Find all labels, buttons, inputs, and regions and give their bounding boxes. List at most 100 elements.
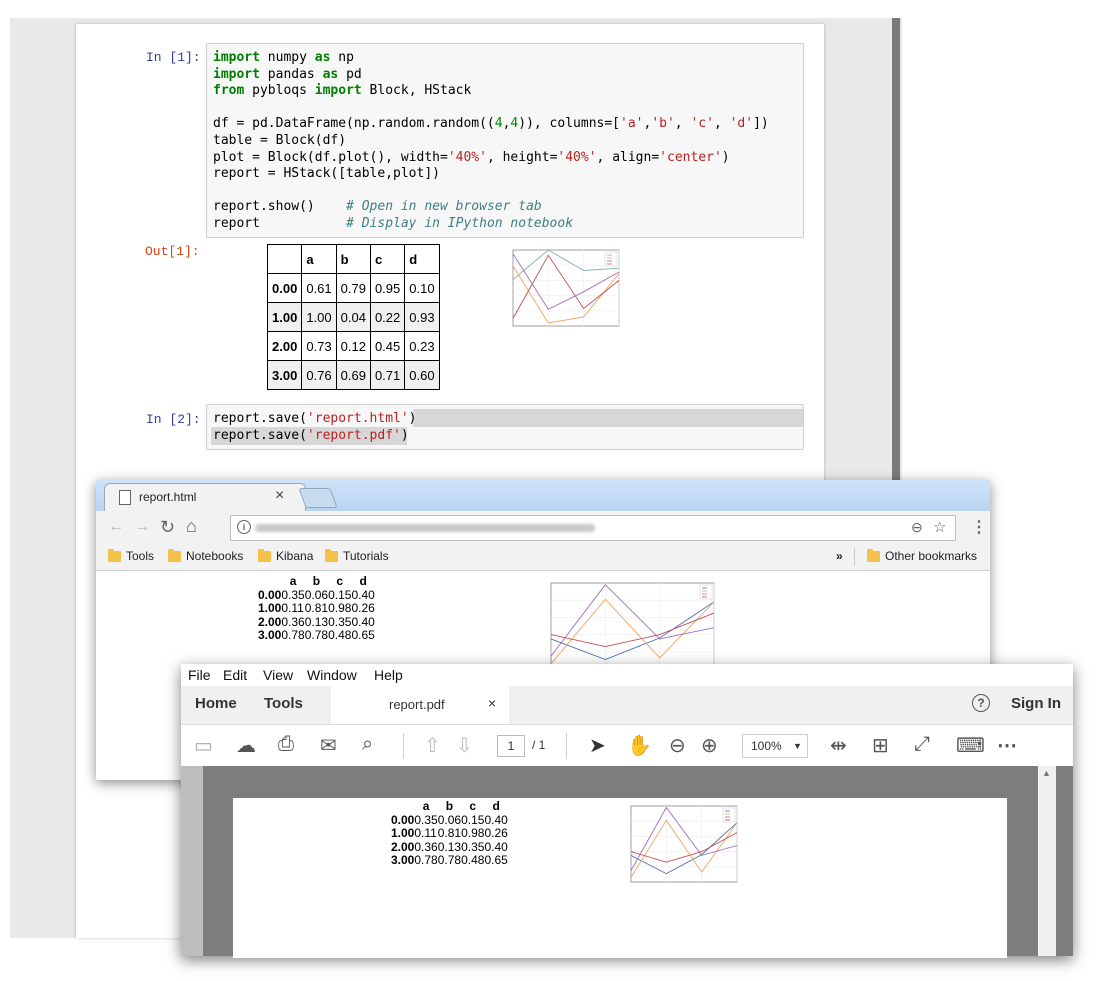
plot-frame [550, 582, 715, 670]
row-index: 0.00 [391, 812, 415, 827]
table-cell: 0.40 [484, 839, 508, 854]
menu-kebab-icon[interactable]: ⋮ [971, 517, 987, 537]
left-gutter [181, 766, 203, 956]
report-table: a b c d 0.00 0.35 0.06 0.15 0.40 1.00 0.11 0.81 0.98… [391, 799, 508, 868]
code-token: pd [338, 66, 362, 82]
table-cell: 0.40 [484, 812, 508, 827]
column-header: a [301, 244, 337, 274]
index-header [266, 244, 303, 274]
fit-page-icon[interactable]: ⊞ [872, 733, 889, 758]
email-icon[interactable]: ✉ [320, 733, 337, 758]
close-tab-icon[interactable]: × [275, 487, 284, 505]
menu-help[interactable]: Help [374, 667, 403, 683]
index-header [391, 800, 414, 814]
tab-document[interactable]: report.pdf × [331, 686, 509, 724]
menu-view[interactable]: View [263, 667, 293, 683]
zoom-select[interactable]: 100% ▼ [742, 734, 808, 758]
close-tab-icon[interactable]: × [488, 695, 496, 711]
table-row: 0.00 0.61 0.79 0.95 0.10 [266, 273, 440, 303]
code-cell-2-source[interactable]: report.save('report.html') report.save('… [213, 411, 417, 444]
table-cell: 0.11 [281, 601, 304, 615]
code-cell-1[interactable]: import numpy as np import pandas as pd f… [206, 43, 804, 238]
code-token: numpy [259, 50, 315, 65]
column-header: c [336, 574, 344, 588]
code-token: 'report.html' [306, 411, 409, 426]
reload-icon[interactable]: ↻ [160, 517, 175, 538]
address-bar[interactable]: i ⊖ ☆ [230, 515, 956, 541]
scroll-up-arrow-icon[interactable]: ▲ [1042, 768, 1051, 778]
hand-tool-icon[interactable]: ✋ [627, 733, 652, 758]
code-token: 'a' [620, 116, 644, 132]
full-screen-icon[interactable]: ⤢ [914, 733, 930, 756]
row-index: 1.00 [266, 302, 303, 332]
row-index: 2.00 [258, 614, 282, 629]
table-cell: 0.26 [351, 601, 375, 615]
new-tab-button[interactable] [298, 488, 338, 508]
forward-arrow-icon[interactable]: → [134, 518, 150, 536]
print-icon[interactable]: ⎙ [278, 733, 294, 756]
vertical-scrollbar[interactable]: ▲ [1038, 766, 1056, 956]
page-up-icon[interactable]: ⇧ [424, 733, 441, 758]
zoom-out-icon[interactable]: ⊖ [669, 733, 686, 758]
bookmarks-overflow[interactable]: » [836, 549, 843, 563]
code-token: import [314, 83, 362, 99]
table-cell: 0.35 [328, 614, 352, 629]
row-index: 3.00 [266, 360, 303, 390]
table-cell: 0.23 [404, 331, 440, 361]
home-icon[interactable]: ⌂ [186, 516, 197, 537]
code-cell-2[interactable]: report.save('report.html') report.save('… [206, 404, 804, 450]
table-cell: 0.35 [281, 587, 305, 602]
code-token: # Open in new browser tab [346, 199, 542, 215]
table-cell: 0.76 [301, 360, 337, 390]
search-icon[interactable]: ⌕ [362, 733, 373, 756]
zoom-icon[interactable]: ⊖ [911, 519, 923, 536]
code-token: Block, HStack [361, 83, 472, 99]
menu-window[interactable]: Window [307, 667, 357, 683]
page-number-input[interactable]: 1 [497, 735, 525, 757]
browser-toolbar: ← → ↻ ⌂ i ⊖ ☆ ⋮ [96, 511, 990, 544]
tab-home[interactable]: Home [195, 695, 237, 712]
table-cell: 0.11 [414, 826, 437, 840]
table-row: 2.00 0.73 0.12 0.45 0.23 [266, 331, 440, 361]
help-icon[interactable]: ? [972, 694, 990, 712]
bookmark-star-icon[interactable]: ☆ [933, 518, 946, 536]
browser-tab[interactable]: report.html × [104, 483, 306, 512]
code-token: report.show() [213, 199, 347, 215]
menu-file[interactable]: File [188, 667, 211, 683]
page-down-icon[interactable]: ⇩ [456, 733, 473, 758]
bookmark-kibana[interactable]: Kibana [258, 548, 313, 563]
table-row: 2.00 0.36 0.13 0.35 0.40 [391, 839, 508, 855]
select-cursor-icon[interactable]: ➤ [589, 733, 606, 758]
info-icon[interactable]: i [237, 520, 251, 534]
code-token: '40%' [557, 149, 597, 165]
bookmark-tools[interactable]: Tools [108, 548, 155, 563]
bookmark-tutorials[interactable]: Tutorials [325, 548, 389, 563]
row-index: 2.00 [391, 839, 415, 854]
upload-cloud-icon[interactable]: ☁ [236, 733, 256, 758]
other-bookmarks[interactable]: Other bookmarks [867, 548, 977, 563]
more-options-icon[interactable]: ⋯ [997, 733, 1017, 758]
save-icon[interactable]: ▭ [194, 733, 213, 758]
table-row: 0.00 0.35 0.06 0.15 0.40 [258, 587, 375, 603]
tab-tools[interactable]: Tools [264, 695, 303, 712]
code-token: , [674, 116, 691, 132]
code-cell-1-source[interactable]: import numpy as np import pandas as pd f… [213, 50, 769, 233]
table-cell: 0.40 [351, 587, 375, 602]
back-arrow-icon[interactable]: ← [108, 518, 124, 536]
sign-in-link[interactable]: Sign In [1011, 695, 1061, 712]
table-row: 1.00 1.00 0.04 0.22 0.93 [266, 302, 440, 332]
bookmark-notebooks[interactable]: Notebooks [168, 548, 243, 563]
table-cell: 0.98 [461, 826, 485, 840]
code-token: report.save( [213, 427, 307, 443]
menu-edit[interactable]: Edit [223, 667, 247, 683]
chevron-down-icon: ▼ [793, 741, 802, 751]
code-token: pybloqs [244, 83, 315, 99]
code-token: ) [400, 427, 409, 443]
keyboard-icon[interactable]: ⌨ [956, 733, 985, 758]
row-index: 1.00 [258, 601, 282, 615]
zoom-in-icon[interactable]: ⊕ [701, 733, 718, 758]
code-token: table = Block(df) [213, 132, 347, 148]
fit-width-icon[interactable]: ⇹ [830, 733, 847, 758]
bookmark-label: Tools [126, 549, 155, 563]
code-token: ) [721, 149, 730, 165]
